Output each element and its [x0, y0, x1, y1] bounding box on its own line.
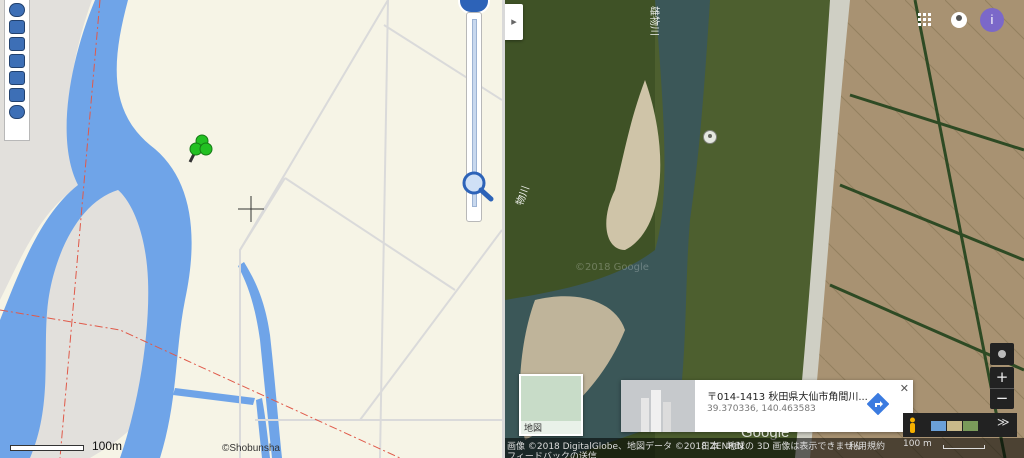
- pegman-icon[interactable]: [909, 417, 916, 433]
- my-location-button[interactable]: [990, 343, 1014, 365]
- scale-label: 100 m: [903, 439, 932, 449]
- left-map-canvas[interactable]: [0, 0, 502, 458]
- scale-bar-line: [10, 445, 84, 451]
- map-icon[interactable]: [9, 37, 25, 51]
- imagery-thumbnail[interactable]: [947, 421, 962, 431]
- left-map-panel[interactable]: 100m ©Shobunsha: [0, 0, 502, 458]
- street-view-thumbnail[interactable]: [621, 380, 695, 432]
- layers-icon[interactable]: [9, 20, 25, 34]
- imagery-thumbnail[interactable]: [963, 421, 978, 431]
- location-address: 〒014-1413 秋田県大仙市角間川...: [707, 392, 868, 403]
- zoom-in-button[interactable]: +: [990, 367, 1014, 389]
- map-type-label: 地図: [521, 421, 581, 434]
- zoom-handle-magnifier-icon[interactable]: [460, 170, 494, 202]
- satellite-icon[interactable]: [9, 71, 25, 85]
- directions-icon[interactable]: [867, 393, 889, 415]
- building-icon: [641, 390, 671, 432]
- crosshair-icon: [238, 196, 264, 222]
- tree-icon[interactable]: [186, 132, 214, 166]
- route-icon[interactable]: [9, 54, 25, 68]
- satellite-map-panel[interactable]: ▸ 雄物川 物川 ©2018 Google i 地図 〒014-1413 秋田県…: [505, 0, 1024, 458]
- map-toolbar: [4, 0, 30, 141]
- road-lines: [239, 0, 502, 458]
- place-pin-icon[interactable]: [703, 130, 717, 144]
- globe-icon[interactable]: [9, 3, 25, 17]
- map-footer: 画像 ©2018 DigitalGlobe、地図データ ©2018 ZENRIN…: [505, 438, 1024, 458]
- scale-bar-line: [943, 445, 985, 449]
- info-avatar-button[interactable]: i: [980, 8, 1004, 32]
- apps-grid-icon[interactable]: [918, 13, 932, 27]
- zoom-out-button[interactable]: −: [990, 388, 1014, 409]
- expand-icon[interactable]: ≫: [997, 415, 1010, 429]
- zoom-control: + −: [990, 367, 1014, 409]
- world-icon[interactable]: [9, 105, 25, 119]
- close-icon[interactable]: ✕: [900, 382, 909, 395]
- imagery-thumbnail[interactable]: [931, 421, 946, 431]
- print-icon[interactable]: [9, 88, 25, 102]
- map-attribution: ©Shobunsha: [222, 443, 280, 454]
- 3d-notice: 地球の 3D 画像は表示できません: [727, 442, 863, 452]
- feedback-link[interactable]: フィードバックの送信: [507, 449, 597, 458]
- river-label: 雄物川: [648, 6, 659, 36]
- imagery-tray: ≫: [903, 413, 1017, 437]
- scale-label: 100m: [92, 439, 123, 453]
- scale-bar: 100m: [10, 439, 130, 455]
- river-channel: [173, 388, 255, 405]
- country-label: 日本: [701, 442, 720, 452]
- location-coordinates[interactable]: 39.370336, 140.463583: [707, 404, 816, 414]
- map-type-thumbnail[interactable]: 地図: [519, 374, 583, 436]
- panel-toggle-button[interactable]: ▸: [505, 4, 523, 40]
- account-icon[interactable]: [951, 12, 967, 28]
- terms-link[interactable]: 利用規約: [849, 439, 885, 452]
- imagery-watermark: ©2018 Google: [575, 262, 649, 273]
